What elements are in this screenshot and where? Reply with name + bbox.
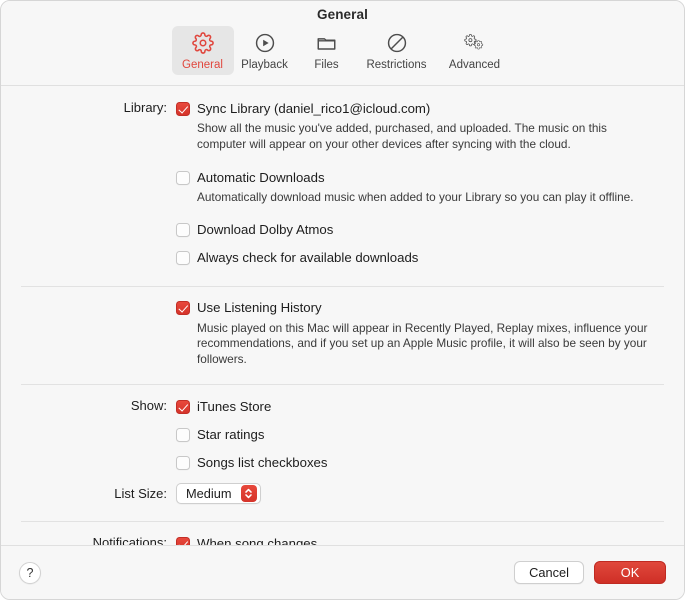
chevron-updown-icon[interactable] — [241, 485, 257, 502]
always-check-downloads-label: Always check for available downloads — [197, 249, 418, 266]
dolby-atmos-row: Download Dolby Atmos — [1, 222, 684, 239]
list-size-label: List Size: — [1, 486, 176, 501]
download-dolby-atmos-label: Download Dolby Atmos — [197, 221, 333, 238]
tab-general[interactable]: General — [172, 26, 234, 75]
when-song-changes-checkbox[interactable] — [176, 537, 190, 546]
listening-history-description: Music played on this Mac will appear in … — [197, 321, 655, 368]
show-songs-list-checkboxes-row: Songs list checkboxes — [1, 454, 684, 471]
listening-history-row: Use Listening History Music played on th… — [1, 300, 684, 368]
preference-tabs: General Playback Files — [1, 26, 684, 75]
tab-playback[interactable]: Playback — [234, 26, 296, 75]
automatic-downloads-label: Automatic Downloads — [197, 169, 325, 186]
sync-library-description: Show all the music you've added, purchas… — [197, 121, 649, 152]
songs-list-checkboxes-label: Songs list checkboxes — [197, 454, 327, 471]
songs-list-checkboxes-checkbox[interactable] — [176, 456, 190, 470]
tab-restrictions-label: Restrictions — [366, 59, 426, 72]
automatic-downloads-checkbox[interactable] — [176, 171, 190, 185]
listening-history-section: Use Listening History Music played on th… — [1, 287, 684, 368]
help-button[interactable]: ? — [19, 562, 41, 584]
itunes-store-checkbox-row[interactable]: iTunes Store — [176, 398, 666, 415]
itunes-store-checkbox[interactable] — [176, 400, 190, 414]
cancel-button[interactable]: Cancel — [514, 561, 584, 584]
listening-history-checkbox-row[interactable]: Use Listening History — [176, 300, 666, 317]
automatic-downloads-description: Automatically download music when added … — [197, 190, 649, 206]
download-dolby-atmos-checkbox[interactable] — [176, 223, 190, 237]
songs-list-checkboxes-row[interactable]: Songs list checkboxes — [176, 454, 666, 471]
when-song-changes-checkbox-row[interactable]: When song changes — [176, 535, 666, 545]
library-section: Library: Sync Library (daniel_rico1@iclo… — [1, 86, 684, 267]
notifications-row: Notifications: When song changes — [1, 535, 684, 545]
notifications-section: Notifications: When song changes — [1, 522, 684, 545]
show-itunes-store-row: Show: iTunes Store — [1, 398, 684, 415]
tab-restrictions[interactable]: Restrictions — [358, 26, 436, 75]
dolby-atmos-checkbox-row[interactable]: Download Dolby Atmos — [176, 222, 666, 239]
tab-playback-label: Playback — [241, 59, 288, 72]
when-song-changes-label: When song changes — [197, 535, 317, 546]
preferences-content: Library: Sync Library (daniel_rico1@iclo… — [1, 86, 684, 545]
dialog-footer: ? Cancel OK — [1, 545, 684, 599]
notifications-label: Notifications: — [1, 535, 176, 545]
ok-button[interactable]: OK — [594, 561, 666, 584]
double-gear-icon — [462, 30, 488, 56]
show-label: Show: — [1, 398, 176, 413]
use-listening-history-checkbox[interactable] — [176, 301, 190, 315]
play-circle-icon — [254, 30, 276, 56]
tab-general-label: General — [182, 59, 223, 72]
tab-files[interactable]: Files — [296, 26, 358, 75]
library-label: Library: — [1, 100, 176, 115]
sync-library-checkbox-row[interactable]: Sync Library (daniel_rico1@icloud.com) — [176, 100, 666, 117]
sync-library-row: Library: Sync Library (daniel_rico1@iclo… — [1, 100, 684, 152]
toolbar: General General Playbac — [1, 1, 684, 86]
window-title: General — [1, 7, 684, 22]
automatic-downloads-checkbox-row[interactable]: Automatic Downloads — [176, 169, 666, 186]
tab-advanced[interactable]: Advanced — [436, 26, 514, 75]
star-ratings-checkbox[interactable] — [176, 428, 190, 442]
sync-library-label: Sync Library (daniel_rico1@icloud.com) — [197, 100, 430, 117]
show-section: Show: iTunes Store Star ratings — [1, 385, 684, 504]
use-listening-history-label: Use Listening History — [197, 299, 322, 316]
sync-library-checkbox[interactable] — [176, 102, 190, 116]
star-ratings-label: Star ratings — [197, 426, 264, 443]
gear-icon — [192, 30, 214, 56]
list-size-popup-button[interactable]: Medium — [176, 483, 261, 504]
always-check-downloads-checkbox[interactable] — [176, 251, 190, 265]
tab-advanced-label: Advanced — [449, 59, 500, 72]
always-check-checkbox-row[interactable]: Always check for available downloads — [176, 250, 666, 267]
folder-icon — [315, 30, 338, 56]
show-star-ratings-row: Star ratings — [1, 426, 684, 443]
list-size-value: Medium — [186, 486, 241, 501]
always-check-row: Always check for available downloads — [1, 250, 684, 267]
list-size-row: List Size: Medium — [1, 483, 684, 504]
sync-library-account: (daniel_rico1@icloud.com) — [274, 101, 430, 116]
no-entry-icon — [386, 30, 408, 56]
itunes-store-label: iTunes Store — [197, 398, 271, 415]
preferences-window: General General Playbac — [0, 0, 685, 600]
automatic-downloads-row: Automatic Downloads Automatically downlo… — [1, 169, 684, 206]
star-ratings-checkbox-row[interactable]: Star ratings — [176, 426, 666, 443]
tab-files-label: Files — [314, 59, 338, 72]
